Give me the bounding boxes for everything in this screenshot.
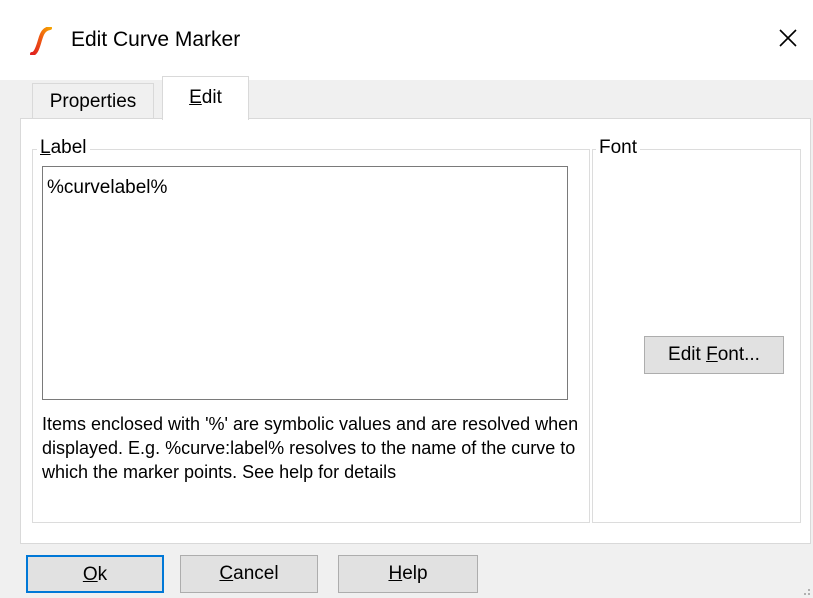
help-rest: elp (402, 563, 428, 584)
label-groupbox: Label %curvelabel% Items enclosed with '… (32, 137, 590, 523)
help-mnemonic: H (388, 563, 403, 584)
font-groupbox: Font Edit Font... (592, 137, 801, 523)
label-textarea[interactable]: %curvelabel% (42, 166, 568, 400)
help-button[interactable]: Help (338, 555, 478, 593)
window-title: Edit Curve Marker (71, 28, 241, 51)
tab-edit-label-rest: dit (201, 87, 222, 108)
tab-edit-label: Edit (189, 87, 222, 108)
edit-font-rest: ont... (717, 344, 760, 365)
label-hint-text: Items enclosed with '%' are symbolic val… (42, 414, 579, 482)
close-icon (779, 29, 797, 47)
close-button[interactable] (763, 12, 813, 64)
tab-edit[interactable]: Edit (162, 76, 249, 120)
cancel-rest: ancel (233, 563, 279, 584)
resize-grip-icon[interactable] (797, 582, 811, 596)
curve-logo-icon (30, 27, 52, 55)
label-group-title-mnemonic: L (40, 137, 51, 158)
edit-font-mnemonic: F (706, 344, 718, 365)
tab-properties-label: Properties (49, 91, 137, 112)
cancel-mnemonic: C (219, 563, 234, 584)
font-group-title: Font (596, 137, 641, 159)
tab-properties[interactable]: Properties (32, 83, 154, 120)
cancel-button[interactable]: Cancel (180, 555, 318, 593)
edit-font-button[interactable]: Edit Font... (644, 336, 784, 374)
ok-button[interactable]: Ok (26, 555, 164, 593)
ok-mnemonic: O (82, 564, 98, 585)
label-textarea-value: %curvelabel% (47, 177, 168, 198)
edit-tab-panel: Label %curvelabel% Items enclosed with '… (20, 118, 811, 544)
tab-edit-mnemonic: E (189, 87, 202, 108)
title-bar: Edit Curve Marker (0, 0, 813, 80)
label-group-title-rest: abel (50, 137, 87, 158)
label-group-title: Label (37, 137, 90, 159)
ok-rest: k (97, 564, 108, 585)
edit-font-prefix: Edit (668, 344, 707, 365)
